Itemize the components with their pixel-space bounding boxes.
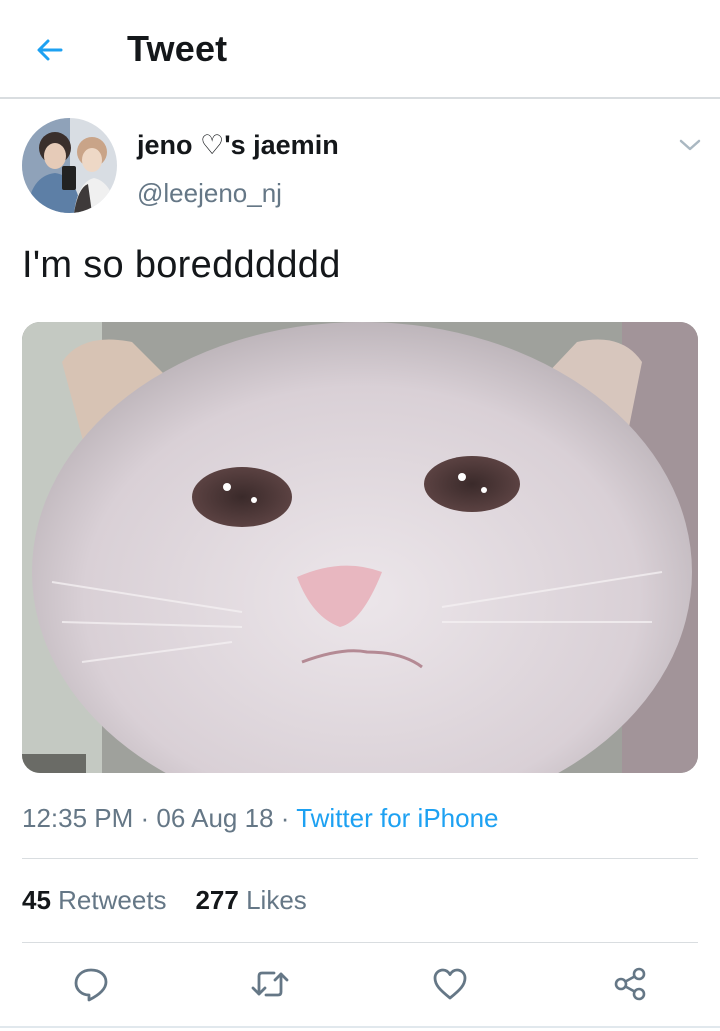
tweet-source-link[interactable]: Twitter for iPhone <box>296 803 498 833</box>
tweet-stats: 45 Retweets 277 Likes <box>22 885 307 916</box>
author-name[interactable]: jeno ♡'s jaemin <box>137 130 339 161</box>
reply-icon <box>74 968 108 1002</box>
like-icon <box>433 968 467 1000</box>
tweet-date: 06 Aug 18 <box>156 803 274 833</box>
bottom-divider <box>0 1026 720 1028</box>
tweet-actions <box>0 955 720 1015</box>
tweet-text: I'm so boredddddd <box>22 244 341 286</box>
back-button[interactable] <box>30 30 70 70</box>
meta-separator: · <box>140 803 157 833</box>
chevron-down-icon <box>679 139 701 151</box>
share-icon <box>614 967 646 1001</box>
retweets-stat[interactable]: 45 Retweets <box>22 885 167 915</box>
reply-button[interactable] <box>68 961 114 1007</box>
likes-label: Likes <box>246 885 307 915</box>
top-app-bar: Tweet <box>0 0 720 99</box>
retweets-label: Retweets <box>58 885 167 915</box>
tweet-image[interactable] <box>22 322 698 773</box>
divider <box>22 942 698 943</box>
crying-cat-image <box>22 322 698 773</box>
likes-count: 277 <box>195 885 239 915</box>
like-button[interactable] <box>427 961 473 1007</box>
tweet-time: 12:35 PM <box>22 803 134 833</box>
avatar[interactable] <box>22 118 117 213</box>
tweet-meta: 12:35 PM · 06 Aug 18 · Twitter for iPhon… <box>22 803 499 834</box>
avatar-image <box>22 118 117 213</box>
more-options-button[interactable] <box>676 134 704 156</box>
divider <box>22 858 698 859</box>
share-button[interactable] <box>607 961 653 1007</box>
retweet-button[interactable] <box>247 961 293 1007</box>
retweets-count: 45 <box>22 885 51 915</box>
retweet-icon <box>251 971 289 997</box>
meta-separator: · <box>280 803 297 833</box>
likes-stat[interactable]: 277 Likes <box>195 885 306 915</box>
back-arrow-icon <box>37 39 63 61</box>
page-title: Tweet <box>127 28 228 69</box>
author-handle[interactable]: @leejeno_nj <box>137 178 282 209</box>
